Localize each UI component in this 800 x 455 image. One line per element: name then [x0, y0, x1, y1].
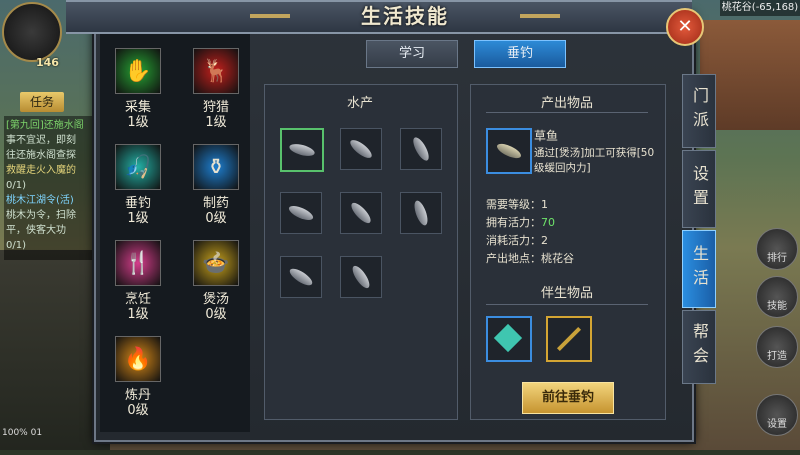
stat-row: 消耗活力：2 — [486, 232, 548, 248]
fish-slot[interactable] — [340, 128, 382, 170]
side-button[interactable]: 设置 — [756, 394, 798, 436]
stat-value: 1 — [541, 198, 548, 211]
byproduct-title: 伴生物品 — [540, 286, 593, 301]
output-item-slot[interactable] — [486, 128, 532, 174]
quest-line[interactable]: [第九回]还施水阁 — [6, 118, 98, 133]
divider — [486, 112, 648, 113]
stat-label: 消耗活力： — [486, 234, 541, 247]
tab-3[interactable]: 帮会 — [682, 310, 716, 384]
output-title: 产出物品 — [540, 96, 593, 111]
fish-slot[interactable] — [280, 256, 322, 298]
quest-line[interactable]: 0/1) — [6, 178, 98, 193]
quest-line[interactable]: 救醒走火入魔的 — [6, 163, 98, 178]
stat-value: 70 — [541, 216, 555, 229]
quest-line[interactable]: 0/1) — [6, 238, 98, 253]
skill-level: 1级 — [127, 211, 149, 226]
title-ornament-left — [250, 14, 290, 18]
stat-row: 拥有活力：70 — [486, 214, 555, 230]
stat-label: 需要等级： — [486, 198, 541, 211]
skill-pot[interactable]: 🍲 煲汤 0级 — [186, 240, 246, 326]
stat-row: 产出地点：桃花谷 — [486, 250, 574, 266]
fish-slot[interactable] — [400, 128, 442, 170]
fish-icon — [287, 203, 315, 223]
byproduct-slot[interactable] — [546, 316, 592, 362]
go-fishing-button[interactable]: 前往垂钓 — [522, 382, 614, 414]
fish-icon — [349, 263, 373, 291]
close-button[interactable]: ✕ — [666, 8, 704, 46]
tab-study[interactable]: 学习 — [366, 40, 458, 68]
skill-hand[interactable]: ✋ 采集 1级 — [108, 48, 168, 134]
quest-line[interactable]: 往还施水阁查探 — [6, 148, 98, 163]
fish-icon — [288, 141, 316, 159]
quest-tab[interactable]: 任务 — [20, 92, 64, 112]
fish-slot[interactable] — [340, 192, 382, 234]
player-avatar[interactable] — [2, 2, 62, 62]
side-button[interactable]: 技能 — [756, 276, 798, 318]
skill-name: 烹饪 — [124, 292, 151, 307]
divider — [486, 304, 648, 305]
stat-label: 拥有活力： — [486, 216, 541, 229]
skill-name: 垂钓 — [124, 196, 151, 211]
deer-icon: 🦌 — [193, 48, 239, 94]
skill-level: 0级 — [205, 211, 227, 226]
stat-label: 产出地点： — [486, 252, 541, 265]
skill-gourd[interactable]: ⚱ 制药 0级 — [186, 144, 246, 230]
quest-line[interactable]: 事不宜迟，即刻 — [6, 133, 98, 148]
skill-level: 1级 — [127, 307, 149, 322]
location-readout: 桃花谷(-65,168) — [720, 0, 800, 16]
tab-fishing[interactable]: 垂钓 — [474, 40, 566, 68]
gourd-icon: ⚱ — [193, 144, 239, 190]
status-bar: 100% 01 — [2, 428, 43, 438]
skill-name: 制药 — [202, 196, 229, 211]
skill-alchemy[interactable]: 🔥 炼丹 0级 — [108, 336, 168, 422]
fish-icon — [348, 200, 374, 226]
panel-title: 生活技能 — [361, 4, 449, 28]
side-button[interactable]: 打造 — [756, 326, 798, 368]
fishing-icon: 🎣 — [115, 144, 161, 190]
fish-icon — [495, 140, 523, 162]
fish-slot[interactable] — [280, 192, 322, 234]
quest-log[interactable]: [第九回]还施水阁 事不宜迟，即刻 往还施水阁查探 救醒走火入魔的 0/1) 桃木江湖令(… — [4, 116, 100, 260]
side-button[interactable]: 排行 — [756, 228, 798, 270]
quest-line[interactable]: 平，侠客大功 — [6, 223, 98, 238]
tab-1[interactable]: 设置 — [682, 150, 716, 228]
skill-level: 0级 — [205, 307, 227, 322]
item-name: 草鱼 — [534, 129, 559, 143]
quest-line[interactable]: 桃木为令，扫除 — [6, 208, 98, 223]
title-ornament-right — [520, 14, 560, 18]
skill-level: 0级 — [127, 403, 149, 418]
pot-icon: 🍲 — [193, 240, 239, 286]
fish-icon — [410, 135, 432, 163]
player-level: 146 — [36, 56, 59, 69]
alchemy-icon: 🔥 — [115, 336, 161, 382]
skill-name: 采集 — [124, 100, 151, 115]
stat-value: 桃花谷 — [541, 252, 574, 265]
quest-line[interactable]: 桃木江湖令(活) — [6, 193, 98, 208]
fish-slot[interactable] — [280, 128, 324, 172]
byproduct-slot[interactable] — [486, 316, 532, 362]
cooking-icon: 🍴 — [115, 240, 161, 286]
fishing-rod-icon — [556, 326, 582, 352]
aquatic-title: 水产 — [346, 96, 373, 111]
fish-icon — [411, 199, 431, 227]
fish-icon — [287, 265, 315, 289]
tab-0[interactable]: 门派 — [682, 74, 716, 148]
stat-row: 需要等级：1 — [486, 196, 548, 212]
item-description: 通过[煲汤]加工可获得[50级缓回内力] — [534, 147, 655, 174]
skill-level: 1级 — [127, 115, 149, 130]
skill-cooking[interactable]: 🍴 烹饪 1级 — [108, 240, 168, 326]
skill-name: 炼丹 — [124, 388, 151, 403]
skill-level: 1级 — [205, 115, 227, 130]
tab-2[interactable]: 生活 — [682, 230, 716, 308]
stat-value: 2 — [541, 234, 548, 247]
fish-slot[interactable] — [400, 192, 442, 234]
fish-icon — [347, 137, 375, 161]
skill-name: 狩猎 — [202, 100, 229, 115]
skill-name: 煲汤 — [202, 292, 229, 307]
skill-fishing[interactable]: 🎣 垂钓 1级 — [108, 144, 168, 230]
fish-slot[interactable] — [340, 256, 382, 298]
crystal-icon — [493, 323, 523, 353]
hand-icon: ✋ — [115, 48, 161, 94]
skill-deer[interactable]: 🦌 狩猎 1级 — [186, 48, 246, 134]
